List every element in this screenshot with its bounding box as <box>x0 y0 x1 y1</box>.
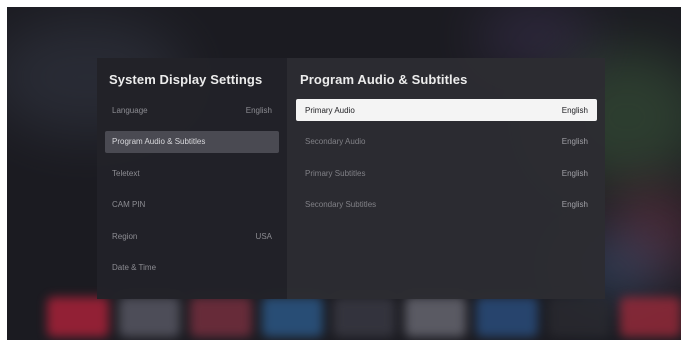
menu-item-label: Language <box>112 105 148 115</box>
menu-item-label: Teletext <box>112 168 140 178</box>
program-audio-subtitles-panel: Program Audio & Subtitles Primary Audio … <box>287 58 605 299</box>
setting-primary-subtitles[interactable]: Primary Subtitles English <box>296 162 597 184</box>
setting-label: Secondary Audio <box>305 137 366 147</box>
menu-item-label: Region <box>112 231 138 241</box>
system-display-settings-panel: System Display Settings Language English… <box>97 58 287 299</box>
menu-item-teletext[interactable]: Teletext <box>105 162 279 184</box>
menu-item-date-time[interactable]: Date & Time <box>105 257 279 279</box>
system-panel-title: System Display Settings <box>109 72 263 87</box>
menu-item-value: USA <box>255 231 272 241</box>
setting-label: Secondary Subtitles <box>305 200 377 210</box>
setting-secondary-audio[interactable]: Secondary Audio English <box>296 131 597 153</box>
setting-label: Primary Subtitles <box>305 168 366 178</box>
setting-label: Primary Audio <box>305 105 355 115</box>
menu-item-program-audio-subtitles[interactable]: Program Audio & Subtitles <box>105 130 279 153</box>
setting-primary-audio[interactable]: Primary Audio English <box>296 99 597 121</box>
setting-value: English <box>561 168 588 178</box>
settings-dialog: System Display Settings Language English… <box>97 58 605 299</box>
setting-value: English <box>561 137 588 147</box>
menu-item-language[interactable]: Language English <box>105 99 279 121</box>
menu-item-label: Date & Time <box>112 263 157 273</box>
tv-screen: System Display Settings Language English… <box>7 7 681 340</box>
menu-item-cam-pin[interactable]: CAM PIN <box>105 194 279 216</box>
menu-item-value: English <box>245 105 272 115</box>
audio-panel-title: Program Audio & Subtitles <box>300 72 468 87</box>
menu-item-label: CAM PIN <box>112 200 146 210</box>
menu-item-region[interactable]: Region USA <box>105 225 279 247</box>
menu-item-label: Program Audio & Subtitles <box>112 137 206 147</box>
blurred-app-row <box>7 297 681 337</box>
setting-value: English <box>561 200 588 210</box>
setting-secondary-subtitles[interactable]: Secondary Subtitles English <box>296 194 597 216</box>
setting-value: English <box>561 105 588 115</box>
